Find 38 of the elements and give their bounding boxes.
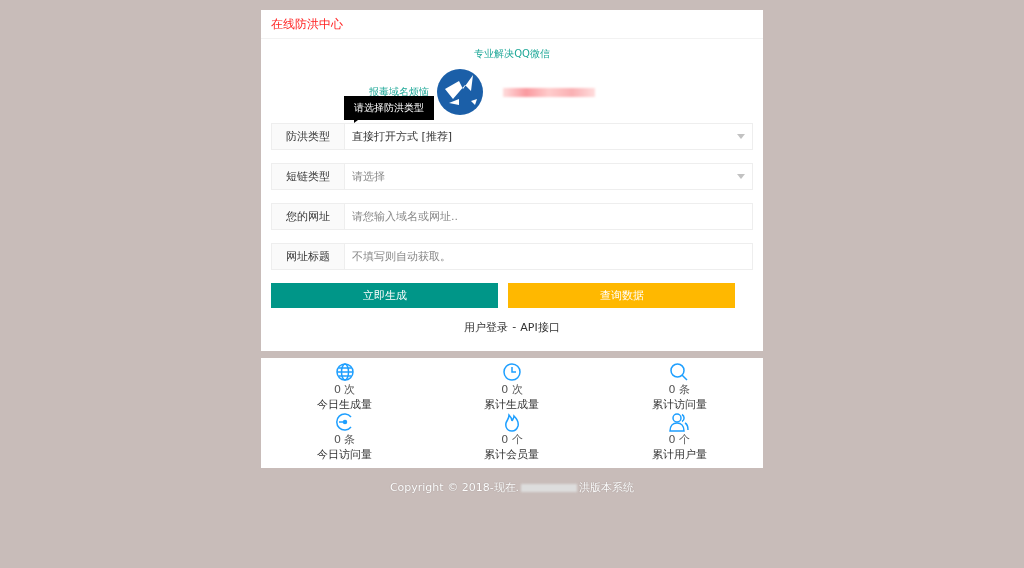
users-icon [669,412,690,432]
field-label: 网址标题 [271,243,345,270]
stat-label: 累计访问量 [651,398,707,412]
stat-label: 累计生成量 [484,398,540,412]
separator: - [512,320,517,335]
select-field[interactable]: 请选择 [345,163,753,190]
field-label: 短链类型 [271,163,345,190]
stat-label: 今日生成量 [317,398,373,412]
flame-icon [502,412,522,432]
input-field[interactable]: 不填写则自动获取。 [345,243,753,270]
stat-label: 累计用户量 [651,448,707,462]
search-icon [669,362,690,382]
stat-value: 0 条 [333,433,356,447]
logo-icon [435,67,485,117]
stat-label: 累计会员量 [484,448,540,462]
stat-value: 0 次 [501,383,523,397]
tagline: 报毒域名烦恼 [369,85,429,99]
field-label: 您的网址 [271,203,345,230]
login-link[interactable]: 用户登录 [464,320,509,335]
tagline: 专业解决QQ微信 [473,47,551,61]
action-button[interactable]: 立即生成 [271,283,498,308]
tooltip: 请选择防洪类型 [344,96,434,120]
stat-value: 0 条 [668,383,691,397]
caret-icon [737,134,745,139]
stat-value: 0 个 [668,433,691,447]
input-field[interactable]: 请您输入域名或网址.. [345,203,753,230]
stat-label: 今日访问量 [317,448,373,462]
panel-title: 在线防洪中心 [261,10,763,39]
blurred-text [521,483,578,492]
clock-icon [502,362,522,382]
gauge-icon [334,412,355,432]
caret-icon [737,174,745,179]
stat-value: 0 次 [333,383,356,397]
api-link[interactable]: API接口 [520,320,560,335]
select-field[interactable]: 直接打开方式 [推荐] [345,123,753,150]
stat-value: 0 个 [501,433,523,447]
field-label: 防洪类型 [271,123,345,150]
globe-icon [334,362,355,382]
